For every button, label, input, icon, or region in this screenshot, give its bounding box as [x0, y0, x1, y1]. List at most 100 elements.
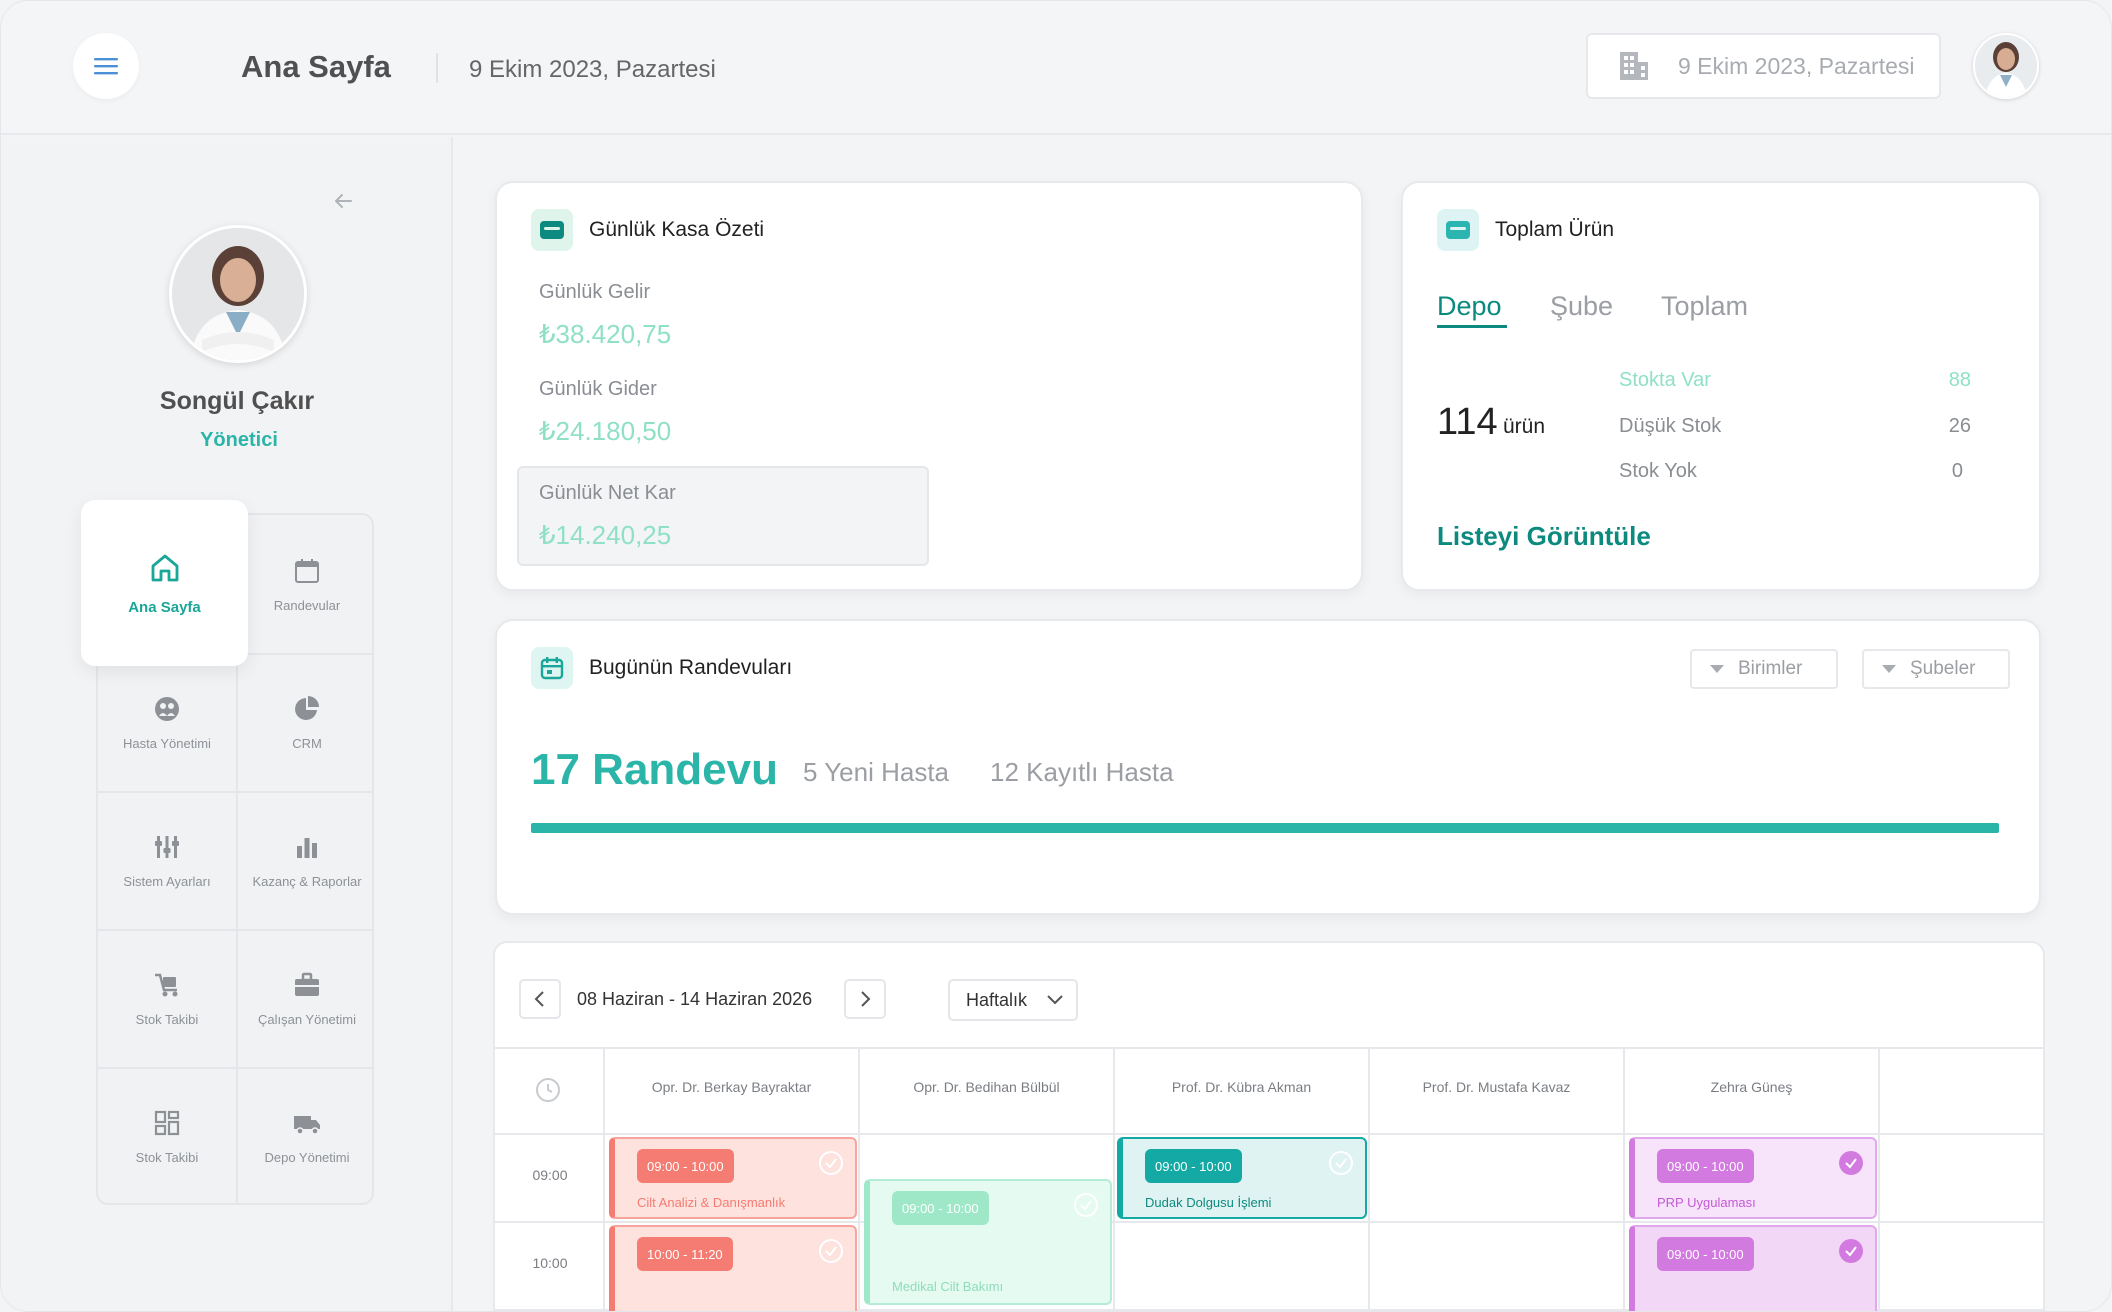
check-icon[interactable] [1839, 1151, 1863, 1175]
branches-dropdown[interactable]: Şubeler [1862, 649, 2010, 689]
stock-none-label: Stok Yok [1619, 460, 1697, 482]
view-select-label: Haftalık [966, 989, 1028, 1010]
next-week-button[interactable] [844, 979, 886, 1019]
tab-sube[interactable]: Şube [1550, 291, 1613, 322]
expense-value: ₺24.180,50 [539, 416, 672, 446]
nav-item-calisan-yonetimi[interactable]: Çalışan Yönetimi [238, 929, 376, 1067]
nav-item-hasta-yonetimi[interactable]: Hasta Yönetimi [98, 653, 236, 791]
check-icon[interactable] [819, 1239, 843, 1263]
truck-icon [294, 1115, 320, 1135]
time-label: 09:00 [532, 1167, 568, 1183]
nav-label: Çalışan Yönetimi [257, 1011, 357, 1027]
new-patient-count: 5 Yeni Hasta [803, 757, 950, 787]
appointment-time: 09:00 - 10:00 [637, 1149, 734, 1183]
stock-low-label: Düşük Stok [1619, 415, 1722, 437]
calendar-icon [531, 647, 573, 689]
appointment-card[interactable]: 09:00 - 10:00 PRP Uygulaması [1629, 1137, 1877, 1219]
appointment-desc: Cilt Analizi & Danışmanlık [637, 1195, 786, 1210]
nav-label: Depo Yönetimi [264, 1149, 350, 1165]
appointment-time: 09:00 - 10:00 [892, 1191, 989, 1225]
page-title: Ana Sayfa [241, 49, 391, 84]
net-value: ₺14.240,25 [539, 520, 672, 550]
check-icon[interactable] [1329, 1151, 1353, 1175]
doctor-column-header: Zehra Güneş [1710, 1079, 1793, 1095]
appointment-card[interactable]: 09:00 - 10:00 Dudak Dolgusu İşlemi [1117, 1137, 1367, 1219]
net-profit-box: Günlük Net Kar ₺14.240,25 [517, 466, 929, 566]
appointment-card[interactable]: 09:00 - 10:00 Cilt Analizi & Danışmanlık [609, 1137, 857, 1219]
income-label: Günlük Gelir [539, 281, 651, 303]
time-label: 10:00 [532, 1255, 568, 1271]
check-icon[interactable] [819, 1151, 843, 1175]
nav-item-sistem-ayarlari[interactable]: Sistem Ayarları [98, 791, 236, 929]
grid-line [495, 1221, 2043, 1223]
appointment-progress [531, 823, 1999, 833]
collapse-arrow-icon[interactable] [331, 189, 355, 213]
weekly-calendar: 08 Haziran - 14 Haziran 2026 Haftalık Op… [493, 941, 2045, 1311]
grid-line [495, 1133, 2043, 1135]
appointment-time: 09:00 - 10:00 [1657, 1237, 1754, 1271]
calendar-icon [295, 558, 319, 583]
nav-label: Kazanç & Raporlar [252, 873, 362, 889]
appointment-time: 09:00 - 10:00 [1145, 1149, 1242, 1183]
clock-icon [536, 1078, 560, 1102]
product-total: 114 [1437, 401, 1498, 443]
avatar-portrait [1975, 35, 2037, 97]
dropdown-caret-icon [1710, 665, 1724, 673]
card-icon [1437, 209, 1479, 251]
doctor-column-header: Prof. Dr. Mustafa Kavaz [1422, 1079, 1571, 1095]
prev-week-button[interactable] [519, 979, 561, 1019]
dropdown-caret-icon [1882, 665, 1896, 673]
appointment-card[interactable]: 10:00 - 11:20 [609, 1225, 857, 1311]
kasa-card: Günlük Kasa Özeti Günlük Gelir ₺38.420,7… [495, 181, 1363, 591]
nav-item-ana-sayfa[interactable]: Ana Sayfa [81, 500, 248, 666]
randevu-title: Bugünün Randevuları [589, 656, 793, 679]
nav-item-stok-takibi[interactable]: Stok Takibi [98, 929, 236, 1067]
nav-item-crm[interactable]: CRM [238, 653, 376, 791]
chevron-down-icon [1047, 995, 1063, 1005]
chevron-right-icon [861, 991, 871, 1007]
nav-label: Stok Takibi [135, 1149, 199, 1165]
stock-in-label: Stokta Var [1619, 369, 1711, 391]
appointment-card[interactable]: 09:00 - 10:00 [1629, 1225, 1877, 1311]
kasa-title: Günlük Kasa Özeti [589, 218, 765, 241]
nav-item-kazanc-raporlar[interactable]: Kazanç & Raporlar [238, 791, 376, 929]
appointment-desc: Medikal Cilt Bakımı [892, 1279, 1004, 1294]
appointment-time: 10:00 - 11:20 [637, 1237, 733, 1271]
sidebar: Songül Çakır Yönetici Randevular Hasta Y… [1, 137, 453, 1311]
appointment-desc: Dudak Dolgusu İşlemi [1145, 1195, 1272, 1210]
view-select[interactable]: Haftalık [948, 979, 1078, 1021]
randevu-card: Bugünün Randevuları Birimler Şubeler 17 … [495, 619, 2041, 915]
wallet-icon [531, 209, 573, 251]
check-icon[interactable] [1074, 1193, 1098, 1217]
doctor-column-header: Opr. Dr. Bedihan Bülbül [913, 1079, 1060, 1095]
menu-button[interactable] [73, 33, 139, 99]
view-list-link[interactable]: Listeyi Görüntüle [1437, 521, 1651, 552]
nav-item-stok-takibi-2[interactable]: Stok Takibi [98, 1067, 236, 1205]
bar-chart-icon [297, 837, 317, 858]
nav-label: Randevular [273, 597, 341, 613]
profile-role: Yönetici [200, 429, 278, 451]
branches-dropdown-label: Şubeler [1910, 658, 1976, 679]
urun-card: Toplam Ürün Depo Şube Toplam 114 ürün St… [1401, 181, 2041, 591]
appointment-card[interactable]: 09:00 - 10:00 Medikal Cilt Bakımı [864, 1179, 1112, 1305]
check-icon[interactable] [1839, 1239, 1863, 1263]
appointment-progress-fill [531, 823, 1999, 833]
dashboard-grid-icon [154, 1110, 180, 1135]
tab-toplam[interactable]: Toplam [1661, 291, 1748, 322]
nav-item-randevular[interactable]: Randevular [238, 515, 376, 653]
appointment-desc: PRP Uygulaması [1657, 1195, 1756, 1210]
sliders-icon [155, 835, 179, 858]
cart-icon [155, 973, 178, 996]
units-dropdown[interactable]: Birimler [1690, 649, 1838, 689]
stock-low-value: 26 [1948, 415, 1971, 437]
hamburger-icon [94, 58, 118, 75]
user-avatar[interactable] [1973, 33, 2039, 99]
date-picker[interactable]: 9 Ekim 2023, Pazartesi [1586, 33, 1941, 99]
profile-photo [169, 225, 307, 363]
patients-icon [155, 696, 179, 721]
nav-item-depo-yonetimi[interactable]: Depo Yönetimi [238, 1067, 376, 1205]
product-unit: ürün [1503, 415, 1546, 438]
tab-depo[interactable]: Depo [1437, 291, 1502, 322]
grid-line [495, 1047, 2043, 1049]
building-icon [1620, 52, 1648, 80]
